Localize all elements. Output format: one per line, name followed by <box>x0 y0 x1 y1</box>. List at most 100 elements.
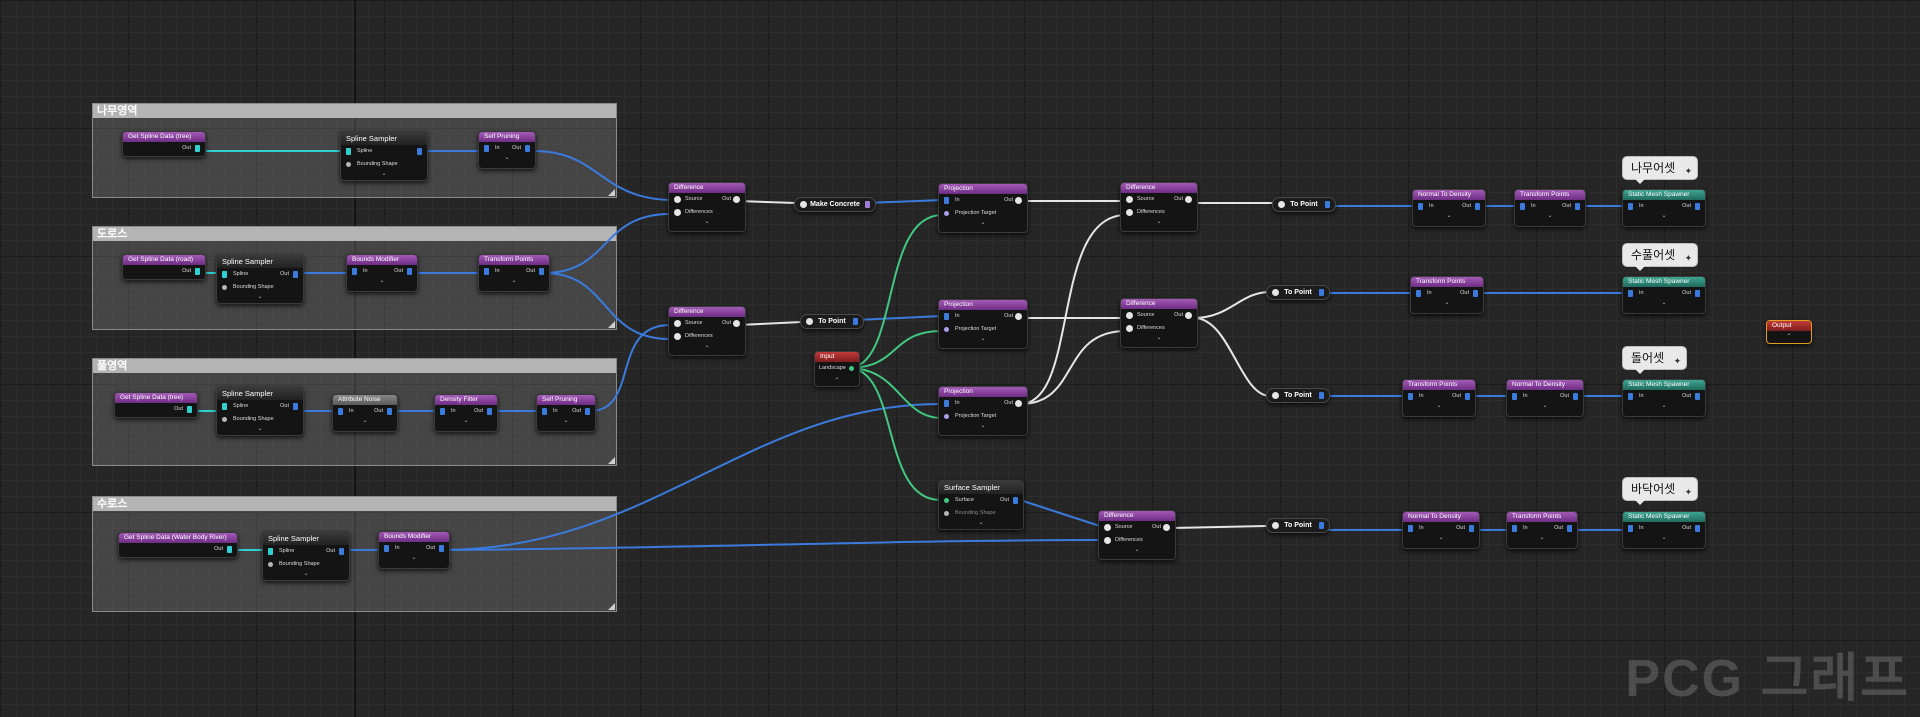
input-pin[interactable] <box>384 545 389 552</box>
chevron-down-icon[interactable]: ⌄ <box>669 219 745 226</box>
chevron-down-icon[interactable]: ⌄ <box>479 278 549 285</box>
output-pin[interactable] <box>487 408 492 415</box>
chevron-down-icon[interactable]: ⌄ <box>1623 535 1705 542</box>
difference-node[interactable]: Difference Source Out Differences ⌄ <box>1120 298 1198 348</box>
output-pin[interactable] <box>407 268 412 275</box>
difference-node[interactable]: Difference Source Out Differences ⌄ <box>1120 182 1198 232</box>
input-pin[interactable] <box>222 417 227 422</box>
transform-points-node[interactable]: Transform Points In Out ⌄ <box>1506 511 1578 549</box>
output-pin[interactable] <box>1575 203 1580 210</box>
chevron-down-icon[interactable]: ⌄ <box>479 155 535 162</box>
chevron-down-icon[interactable]: ⌄ <box>1099 547 1175 554</box>
input-pin[interactable] <box>1272 392 1279 399</box>
difference-node[interactable]: Difference Source Out Differences ⌄ <box>668 182 746 232</box>
comment-bubble[interactable]: 나무어셋 ✦ <box>1622 156 1699 184</box>
input-pin[interactable] <box>1520 203 1525 210</box>
input-pin[interactable] <box>222 403 227 410</box>
projection-node[interactable]: Projection In Out Projection Target ⌄ <box>938 299 1028 349</box>
output-pin[interactable] <box>1473 290 1478 297</box>
to-point-node[interactable]: To Point <box>1266 388 1330 403</box>
chevron-down-icon[interactable]: ⌄ <box>537 418 595 425</box>
output-pin[interactable] <box>1325 201 1330 208</box>
chevron-down-icon[interactable]: ⌄ <box>435 418 497 425</box>
chevron-down-icon[interactable]: ⌄ <box>669 343 745 350</box>
to-point-node[interactable]: To Point <box>1266 285 1330 300</box>
chevron-down-icon[interactable]: ⌄ <box>1515 213 1585 220</box>
output-pin[interactable] <box>387 408 392 415</box>
input-pin[interactable] <box>484 145 489 152</box>
spline-sampler-node[interactable]: Spline Sampler Spline Out Bounding Shape … <box>216 386 304 436</box>
output-pin[interactable] <box>849 366 854 371</box>
self-pruning-node[interactable]: Self Pruning In Out ⌄ <box>478 131 536 169</box>
comment-bubble[interactable]: 수풀어셋 ✦ <box>1622 243 1699 271</box>
input-pin[interactable] <box>1126 325 1133 332</box>
chevron-down-icon[interactable]: ⌄ <box>1411 300 1483 307</box>
input-pin[interactable] <box>1418 203 1423 210</box>
make-concrete-node[interactable]: Make Concrete <box>794 197 876 212</box>
output-pin[interactable] <box>187 406 192 413</box>
chevron-down-icon[interactable]: ⌄ <box>333 418 397 425</box>
input-pin[interactable] <box>1104 537 1111 544</box>
normal-to-density-node[interactable]: Normal To Density In Out ⌄ <box>1402 511 1480 549</box>
pin-icon[interactable]: ✦ <box>1685 481 1693 503</box>
input-pin[interactable] <box>352 268 357 275</box>
output-pin[interactable] <box>339 548 344 555</box>
input-pin[interactable] <box>944 498 949 503</box>
input-pin[interactable] <box>1512 525 1517 532</box>
chevron-down-icon[interactable]: ⌄ <box>1403 535 1479 542</box>
output-pin[interactable] <box>293 403 298 410</box>
resize-handle-icon[interactable] <box>608 603 615 610</box>
input-pin[interactable] <box>1126 196 1133 203</box>
output-pin[interactable] <box>525 145 530 152</box>
chevron-down-icon[interactable]: ⌄ <box>1121 219 1197 226</box>
chevron-down-icon[interactable]: ⌄ <box>347 278 417 285</box>
pin-icon[interactable]: ✦ <box>1685 160 1693 182</box>
output-pin[interactable] <box>1319 392 1324 399</box>
input-pin[interactable] <box>944 400 949 407</box>
output-pin[interactable] <box>1567 525 1572 532</box>
chevron-down-icon[interactable]: ⌄ <box>1767 331 1811 338</box>
chevron-down-icon[interactable]: ⌄ <box>1623 213 1705 220</box>
output-node[interactable]: Output ⌄ <box>1766 320 1812 344</box>
output-pin[interactable] <box>539 268 544 275</box>
input-pin[interactable] <box>674 320 681 327</box>
transform-points-node[interactable]: Transform Points In Out ⌄ <box>1514 189 1586 227</box>
output-pin[interactable] <box>853 318 858 325</box>
input-pin[interactable] <box>346 148 351 155</box>
get-spline-data-tree-node[interactable]: Get Spline Data (tree) Out <box>122 131 206 157</box>
output-pin[interactable] <box>195 145 200 152</box>
output-pin[interactable] <box>1695 525 1700 532</box>
comment-bubble[interactable]: 바닥어셋 ✦ <box>1622 477 1699 505</box>
input-pin[interactable] <box>1416 290 1421 297</box>
output-pin[interactable] <box>1319 289 1324 296</box>
output-pin[interactable] <box>733 320 740 327</box>
output-pin[interactable] <box>417 148 422 155</box>
chevron-down-icon[interactable]: ⌄ <box>1413 213 1485 220</box>
output-pin[interactable] <box>227 546 232 553</box>
chevron-down-icon[interactable]: ⌄ <box>939 520 1023 527</box>
output-pin[interactable] <box>1695 203 1700 210</box>
resize-handle-icon[interactable] <box>608 189 615 196</box>
chevron-down-icon[interactable]: ⌄ <box>379 555 449 562</box>
input-pin[interactable] <box>338 408 343 415</box>
to-point-node[interactable]: To Point <box>800 314 864 329</box>
output-pin[interactable] <box>293 271 298 278</box>
chevron-down-icon[interactable]: ⌄ <box>1507 535 1577 542</box>
input-pin[interactable] <box>1278 201 1285 208</box>
density-filter-node[interactable]: Density Filter In Out ⌄ <box>434 394 498 432</box>
chevron-down-icon[interactable]: ⌄ <box>341 171 427 178</box>
input-pin[interactable] <box>1408 525 1413 532</box>
spline-sampler-node[interactable]: Spline Sampler Spline Bounding Shape ⌄ <box>340 131 428 181</box>
input-pin[interactable] <box>944 197 949 204</box>
output-pin[interactable] <box>1475 203 1480 210</box>
chevron-down-icon[interactable]: ⌄ <box>1507 403 1583 410</box>
chevron-down-icon[interactable]: ⌄ <box>217 294 303 301</box>
chevron-down-icon[interactable]: ⌄ <box>217 426 303 433</box>
surface-sampler-node[interactable]: Surface Sampler Surface Out Bounding Shap… <box>938 480 1024 530</box>
input-pin[interactable] <box>1628 203 1633 210</box>
output-pin[interactable] <box>585 408 590 415</box>
input-pin[interactable] <box>944 313 949 320</box>
difference-node[interactable]: Difference Source Out Differences ⌄ <box>1098 510 1176 560</box>
input-pin[interactable] <box>806 318 813 325</box>
normal-to-density-node[interactable]: Normal To Density In Out ⌄ <box>1506 379 1584 417</box>
